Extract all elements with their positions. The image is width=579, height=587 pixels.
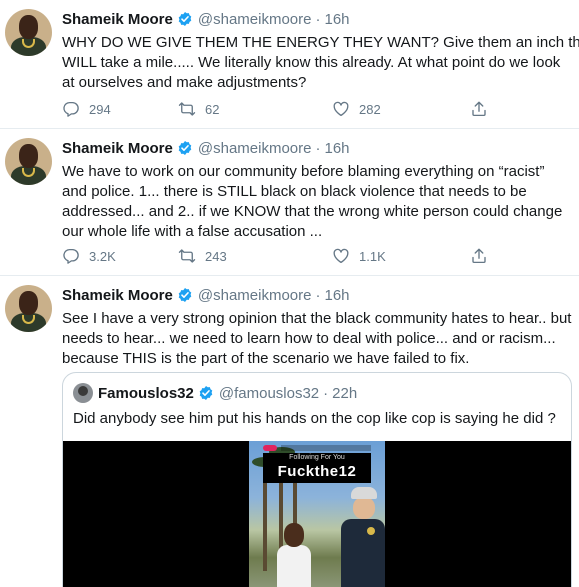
display-name[interactable]: Shameik Moore [62, 11, 173, 28]
tweet-text-line: needs to hear... we need to learn how to… [62, 330, 556, 347]
retweet-arrows-icon [178, 249, 196, 263]
avatar[interactable] [5, 285, 52, 332]
reply-button[interactable]: 3.2K [62, 245, 116, 267]
reply-count: 294 [89, 101, 111, 117]
verified-badge-icon [178, 141, 192, 155]
quoted-tweet-header: Famouslos32 @famouslos32 · 22h [73, 383, 357, 403]
separator-dot: · [315, 139, 321, 157]
tweet-text-line: WHY DO WE GIVE THEM THE ENERGY THEY WANT… [62, 34, 579, 51]
video-person [277, 523, 311, 587]
comment-bubble-icon [63, 101, 79, 117]
verified-badge-icon [178, 12, 192, 26]
tweet-actions: 3.2K 243 1.1K [62, 245, 492, 267]
quoted-tweet-text: Did anybody see him put his hands on the… [73, 410, 556, 427]
timestamp[interactable]: 16h [324, 11, 349, 28]
tweet-header: Shameik Moore @shameikmoore · 16h [62, 137, 350, 159]
reply-button[interactable]: 294 [62, 98, 111, 120]
tweet-header: Shameik Moore @shameikmoore · 16h [62, 8, 350, 30]
video-caption-text: Fuckthe12 [277, 463, 357, 480]
separator-dot: · [315, 10, 321, 28]
share-upload-icon [472, 101, 486, 117]
display-name[interactable]: Shameik Moore [62, 140, 173, 157]
tweet-text-line: and police. 1... there is STILL black on… [62, 183, 527, 200]
video-officer [341, 487, 385, 587]
tweet-text-line: See I have a very strong opinion that th… [62, 310, 572, 327]
comment-bubble-icon [63, 248, 79, 264]
separator-dot: · [315, 286, 321, 304]
tweet-text: We have to work on our community before … [62, 162, 572, 242]
quoted-timestamp: 22h [332, 384, 358, 402]
verified-badge-icon [178, 288, 192, 302]
retweet-button[interactable]: 62 [178, 98, 219, 120]
tweet[interactable]: Shameik Moore @shameikmoore · 16h We hav… [0, 129, 579, 276]
verified-badge-icon [199, 386, 213, 400]
like-count: 1.1K [359, 248, 386, 264]
tweet-feed: Shameik Moore @shameikmoore · 16h WHY DO… [0, 0, 579, 587]
share-button[interactable] [470, 245, 497, 267]
avatar[interactable] [5, 138, 52, 185]
retweet-arrows-icon [178, 102, 196, 116]
like-button[interactable]: 1.1K [332, 245, 386, 267]
tweet-header: Shameik Moore @shameikmoore · 16h [62, 284, 350, 306]
heart-outline-icon [333, 248, 349, 264]
timestamp[interactable]: 16h [324, 287, 349, 304]
retweet-button[interactable]: 243 [178, 245, 227, 267]
share-upload-icon [472, 248, 486, 264]
tweet-text-line: at ourselves and make adjustments? [62, 74, 307, 91]
tweet-actions: 294 62 282 [62, 98, 492, 120]
timestamp[interactable]: 16h [324, 140, 349, 157]
tweet-text-line: because THIS is the part of the scenario… [62, 350, 470, 367]
like-button[interactable]: 282 [332, 98, 381, 120]
avatar[interactable] [5, 9, 52, 56]
display-name[interactable]: Shameik Moore [62, 287, 173, 304]
video-frame: Following For You Fuckthe12 [249, 441, 385, 587]
user-handle[interactable]: @shameikmoore [198, 140, 312, 157]
tweet-text: See I have a very strong opinion that th… [62, 309, 572, 369]
tweet-text: WHY DO WE GIVE THEM THE ENERGY THEY WANT… [62, 33, 579, 93]
retweet-count: 62 [205, 101, 220, 117]
quoted-video[interactable]: Following For You Fuckthe12 [63, 441, 571, 587]
tweet-text-line: addressed... and 2.. if we KNOW that the… [62, 203, 563, 220]
tweet[interactable]: Shameik Moore @shameikmoore · 16h WHY DO… [0, 0, 579, 129]
tweet-text-line: our whole life with a false accusation .… [62, 223, 323, 240]
reply-count: 3.2K [89, 248, 116, 264]
tweet-text-line: We have to work on our community before … [62, 163, 545, 180]
user-handle[interactable]: @shameikmoore [198, 287, 312, 304]
retweet-count: 243 [205, 248, 227, 264]
quoted-user-handle: @famouslos32 [218, 384, 320, 402]
tweet[interactable]: Shameik Moore @shameikmoore · 16h See I … [0, 276, 579, 587]
recording-indicator [263, 445, 277, 451]
heart-outline-icon [333, 101, 349, 117]
user-handle[interactable]: @shameikmoore [198, 11, 312, 28]
video-caption-tabs: Following For You [289, 454, 345, 461]
like-count: 282 [359, 101, 381, 117]
share-button[interactable] [470, 98, 497, 120]
phone-status-bar [281, 445, 371, 451]
quoted-tweet[interactable]: Famouslos32 @famouslos32 · 22h Did anybo… [62, 372, 572, 587]
tweet-text-line: WILL take a mile..... We literally know … [62, 54, 561, 71]
video-caption-overlay: Following For You Fuckthe12 [263, 453, 371, 483]
separator-dot: · [323, 384, 329, 402]
quoted-avatar [73, 383, 93, 403]
quoted-display-name: Famouslos32 [98, 384, 194, 402]
